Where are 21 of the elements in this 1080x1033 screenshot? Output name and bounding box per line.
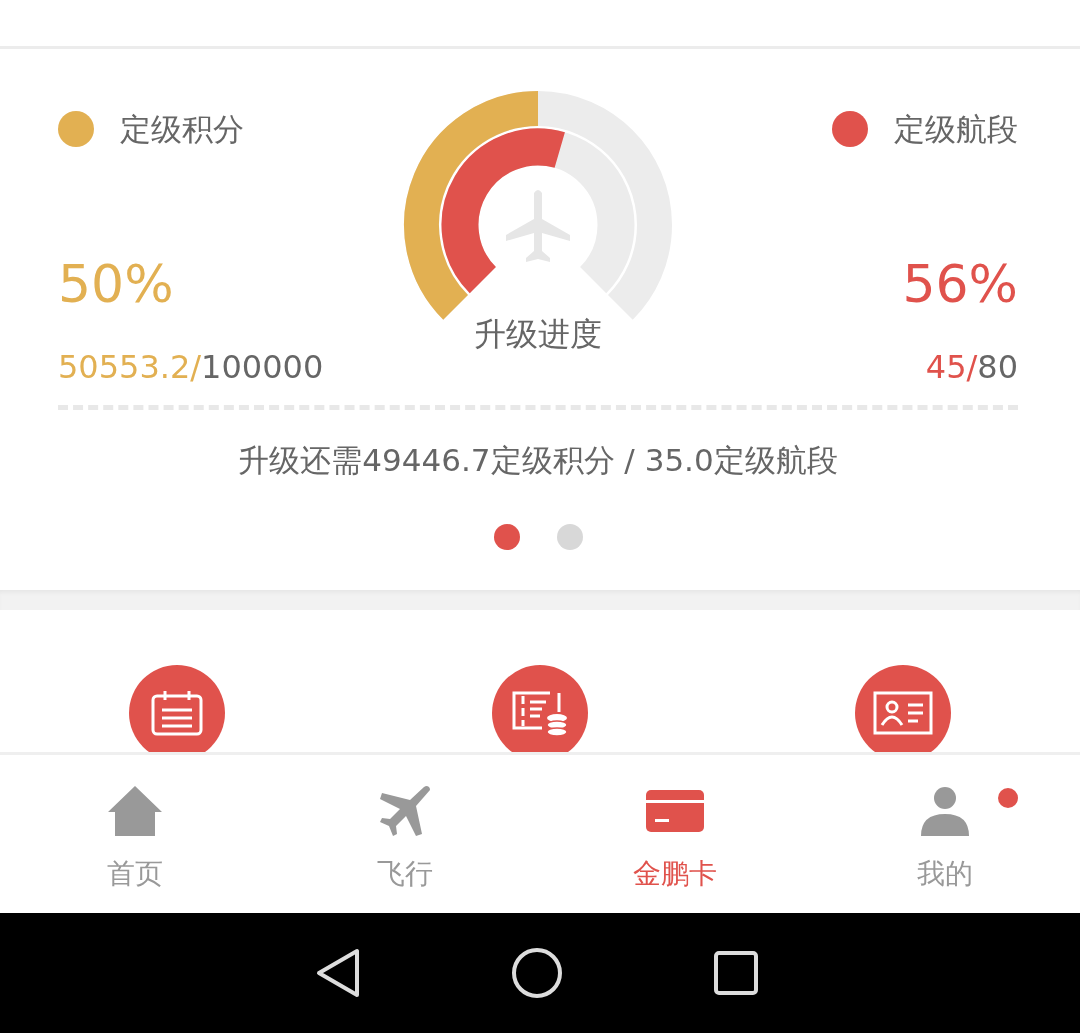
ticket-coins-icon <box>510 690 570 736</box>
recent-apps-button[interactable] <box>713 950 759 996</box>
home-button[interactable] <box>511 947 563 999</box>
plane-icon <box>378 784 432 838</box>
legend-label: 定级航段 <box>894 110 1018 149</box>
legend-label: 定级积分 <box>120 110 244 149</box>
calendar-icon <box>150 690 204 736</box>
card-icon <box>646 790 704 832</box>
page-indicator-dot[interactable] <box>556 524 583 550</box>
progress-fraction: 45/80 <box>925 347 1018 387</box>
plane-icon <box>506 190 570 262</box>
page-indicator-dot[interactable] <box>493 524 520 550</box>
progress-fraction: 50553.2/100000 <box>58 347 324 387</box>
back-button[interactable] <box>315 948 361 998</box>
percent-value: 56% <box>902 254 1018 314</box>
person-icon <box>921 786 969 836</box>
gauge-title: 升级进度 <box>474 314 602 354</box>
id-card-icon <box>873 691 933 735</box>
upgrade-summary: 升级还需49446.7定级积分 / 35.0定级航段 <box>238 441 838 480</box>
percent-value: 50% <box>58 254 174 314</box>
home-icon <box>106 784 164 838</box>
